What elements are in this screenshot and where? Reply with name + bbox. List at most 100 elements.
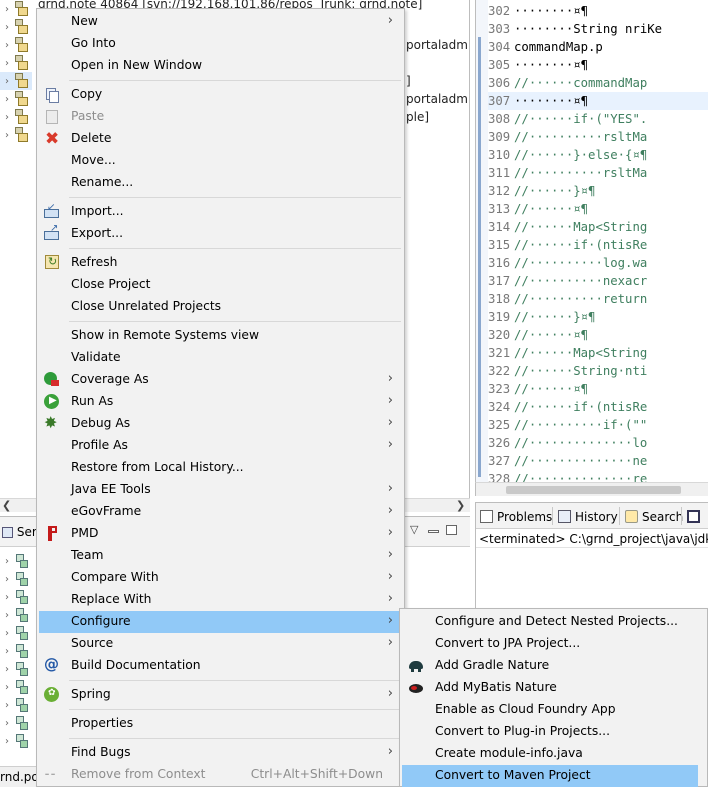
- expand-arrow-icon[interactable]: ›: [2, 664, 12, 675]
- submenu-item-convert-to-maven-project[interactable]: Convert to Maven Project: [402, 765, 698, 787]
- menu-item-label: Coverage As: [71, 372, 149, 386]
- menu-item-delete[interactable]: ✖ Delete: [39, 128, 403, 150]
- menu-item-coverage-as[interactable]: Coverage As ›: [39, 369, 403, 391]
- server-row[interactable]: ›: [0, 713, 28, 733]
- menu-item-open-in-new-window[interactable]: Open in New Window: [39, 55, 403, 77]
- tree-row[interactable]: › portaladmin]: [0, 36, 469, 54]
- menu-item-validate[interactable]: Validate: [39, 347, 403, 369]
- coverage-icon: [39, 369, 69, 391]
- menu-item-configure[interactable]: Configure ›: [39, 611, 403, 633]
- tab-problems[interactable]: Problems: [476, 505, 552, 529]
- menu-item-close-unrelated-projects[interactable]: Close Unrelated Projects: [39, 296, 403, 318]
- menu-item-copy[interactable]: Copy: [39, 84, 403, 106]
- expand-arrow-icon[interactable]: ›: [2, 682, 12, 693]
- tree-row[interactable]: ›: [0, 18, 36, 36]
- server-row[interactable]: ›: [0, 623, 28, 643]
- code-text: ······}·else·{¤¶: [528, 148, 648, 162]
- menu-item-go-into[interactable]: Go Into: [39, 33, 403, 55]
- menu-item-spring[interactable]: ✿ Spring ›: [39, 684, 403, 706]
- scroll-left-arrow-icon[interactable]: ❮: [2, 499, 11, 512]
- menu-item-rename[interactable]: Rename...: [39, 172, 403, 194]
- expand-arrow-icon[interactable]: ›: [2, 556, 12, 567]
- server-row[interactable]: ›: [0, 569, 28, 589]
- submenu-item-create-module-info-java[interactable]: Create module-info.java: [402, 743, 698, 765]
- server-row[interactable]: ›: [0, 731, 28, 751]
- submenu-item-label: Convert to JPA Project...: [435, 636, 581, 650]
- menu-item-run-as[interactable]: ▶ Run As ›: [39, 391, 403, 413]
- submenu-item-configure-and-detect-nested-projects[interactable]: Configure and Detect Nested Projects...: [402, 611, 698, 633]
- menu-item-move[interactable]: Move...: [39, 150, 403, 172]
- chevron-right-icon: ›: [387, 415, 393, 430]
- scroll-right-arrow-icon[interactable]: ❯: [456, 499, 465, 512]
- menu-item-import[interactable]: ↙ Import...: [39, 201, 403, 223]
- tab-history[interactable]: History: [554, 505, 618, 529]
- expand-arrow-icon[interactable]: ›: [2, 76, 12, 87]
- server-row[interactable]: ›: [0, 551, 28, 571]
- server-row[interactable]: ›: [0, 659, 28, 679]
- submenu-item-add-mybatis-nature[interactable]: Add MyBatis Nature: [402, 677, 698, 699]
- server-row[interactable]: ›: [0, 695, 28, 715]
- menu-item-show-in-remote-systems-view[interactable]: Show in Remote Systems view: [39, 325, 403, 347]
- expand-arrow-icon[interactable]: ›: [2, 130, 12, 141]
- menu-item-refresh[interactable]: ↻ Refresh: [39, 252, 403, 274]
- expand-arrow-icon[interactable]: ›: [2, 40, 12, 51]
- tree-row[interactable]: › portaladmi: [0, 90, 469, 108]
- menu-item-close-project[interactable]: Close Project: [39, 274, 403, 296]
- tree-row[interactable]: › grnd.note 40864 [svn://192.168.101.86/r…: [0, 0, 422, 18]
- menu-item-team[interactable]: Team ›: [39, 545, 403, 567]
- code-editor[interactable]: 302 ········¤¶ 303 ········String nriKe 304 c…: [475, 0, 708, 482]
- expand-arrow-icon[interactable]: ›: [2, 700, 12, 711]
- menu-item-debug-as[interactable]: ✸ Debug As ›: [39, 413, 403, 435]
- submenu-item-enable-as-cloud-foundry-app[interactable]: Enable as Cloud Foundry App: [402, 699, 698, 721]
- expand-arrow-icon[interactable]: ›: [2, 94, 12, 105]
- expand-arrow-icon[interactable]: ›: [2, 592, 12, 603]
- menu-item-replace-with[interactable]: Replace With ›: [39, 589, 403, 611]
- editor-horizontal-scrollbar[interactable]: [475, 482, 708, 496]
- scroll-thumb[interactable]: [506, 486, 681, 494]
- comment-marker: //: [514, 472, 529, 482]
- expand-arrow-icon[interactable]: ›: [2, 610, 12, 621]
- tree-row[interactable]: ›: [0, 126, 36, 144]
- server-row[interactable]: ›: [0, 605, 28, 625]
- expand-arrow-icon[interactable]: ›: [2, 646, 12, 657]
- menu-item-new[interactable]: New ›: [39, 11, 403, 33]
- tab-search[interactable]: Search: [621, 505, 683, 529]
- project-icon: [14, 55, 32, 71]
- expand-arrow-icon[interactable]: ›: [2, 4, 12, 15]
- menu-item-export[interactable]: ↗ Export...: [39, 223, 403, 245]
- menu-item-restore-from-local-history[interactable]: Restore from Local History...: [39, 457, 403, 479]
- tree-row[interactable]: ›]: [0, 72, 411, 90]
- tree-row[interactable]: ›: [0, 54, 36, 72]
- maximize-icon[interactable]: [446, 525, 457, 535]
- menu-item-source[interactable]: Source ›: [39, 633, 403, 655]
- menu-item-egovframe[interactable]: eGovFrame ›: [39, 501, 403, 523]
- menu-item-compare-with[interactable]: Compare With ›: [39, 567, 403, 589]
- minimize-icon[interactable]: [428, 530, 439, 533]
- comment-marker: //: [514, 130, 529, 144]
- server-row[interactable]: ›: [0, 677, 28, 697]
- server-icon: [16, 716, 28, 730]
- expand-arrow-icon[interactable]: ›: [2, 736, 12, 747]
- expand-arrow-icon[interactable]: ›: [2, 58, 12, 69]
- project-icon: [14, 73, 32, 89]
- expand-arrow-icon[interactable]: ›: [2, 574, 12, 585]
- menu-item-build-documentation[interactable]: @ Build Documentation: [39, 655, 403, 677]
- expand-arrow-icon[interactable]: ›: [2, 22, 12, 33]
- submenu-item-add-gradle-nature[interactable]: Add Gradle Nature: [402, 655, 698, 677]
- submenu-item-convert-to-jpa-project[interactable]: Convert to JPA Project...: [402, 633, 698, 655]
- menu-item-find-bugs[interactable]: Find Bugs ›: [39, 742, 403, 764]
- submenu-item-convert-to-plug-in-projects[interactable]: Convert to Plug-in Projects...: [402, 721, 698, 743]
- menu-item-properties[interactable]: Properties: [39, 713, 403, 735]
- server-row[interactable]: ›: [0, 641, 28, 661]
- expand-arrow-icon[interactable]: ›: [2, 112, 12, 123]
- tree-row[interactable]: › ple]: [0, 108, 429, 126]
- menu-item-profile-as[interactable]: Profile As ›: [39, 435, 403, 457]
- tab-console[interactable]: [683, 505, 704, 529]
- expand-arrow-icon[interactable]: ›: [2, 718, 12, 729]
- menu-item-java-ee-tools[interactable]: Java EE Tools ›: [39, 479, 403, 501]
- view-menu-icon[interactable]: ▽: [410, 523, 418, 536]
- expand-arrow-icon[interactable]: ›: [2, 628, 12, 639]
- server-row[interactable]: ›: [0, 587, 28, 607]
- server-icon: [16, 626, 28, 640]
- menu-item-pmd[interactable]: PMD ›: [39, 523, 403, 545]
